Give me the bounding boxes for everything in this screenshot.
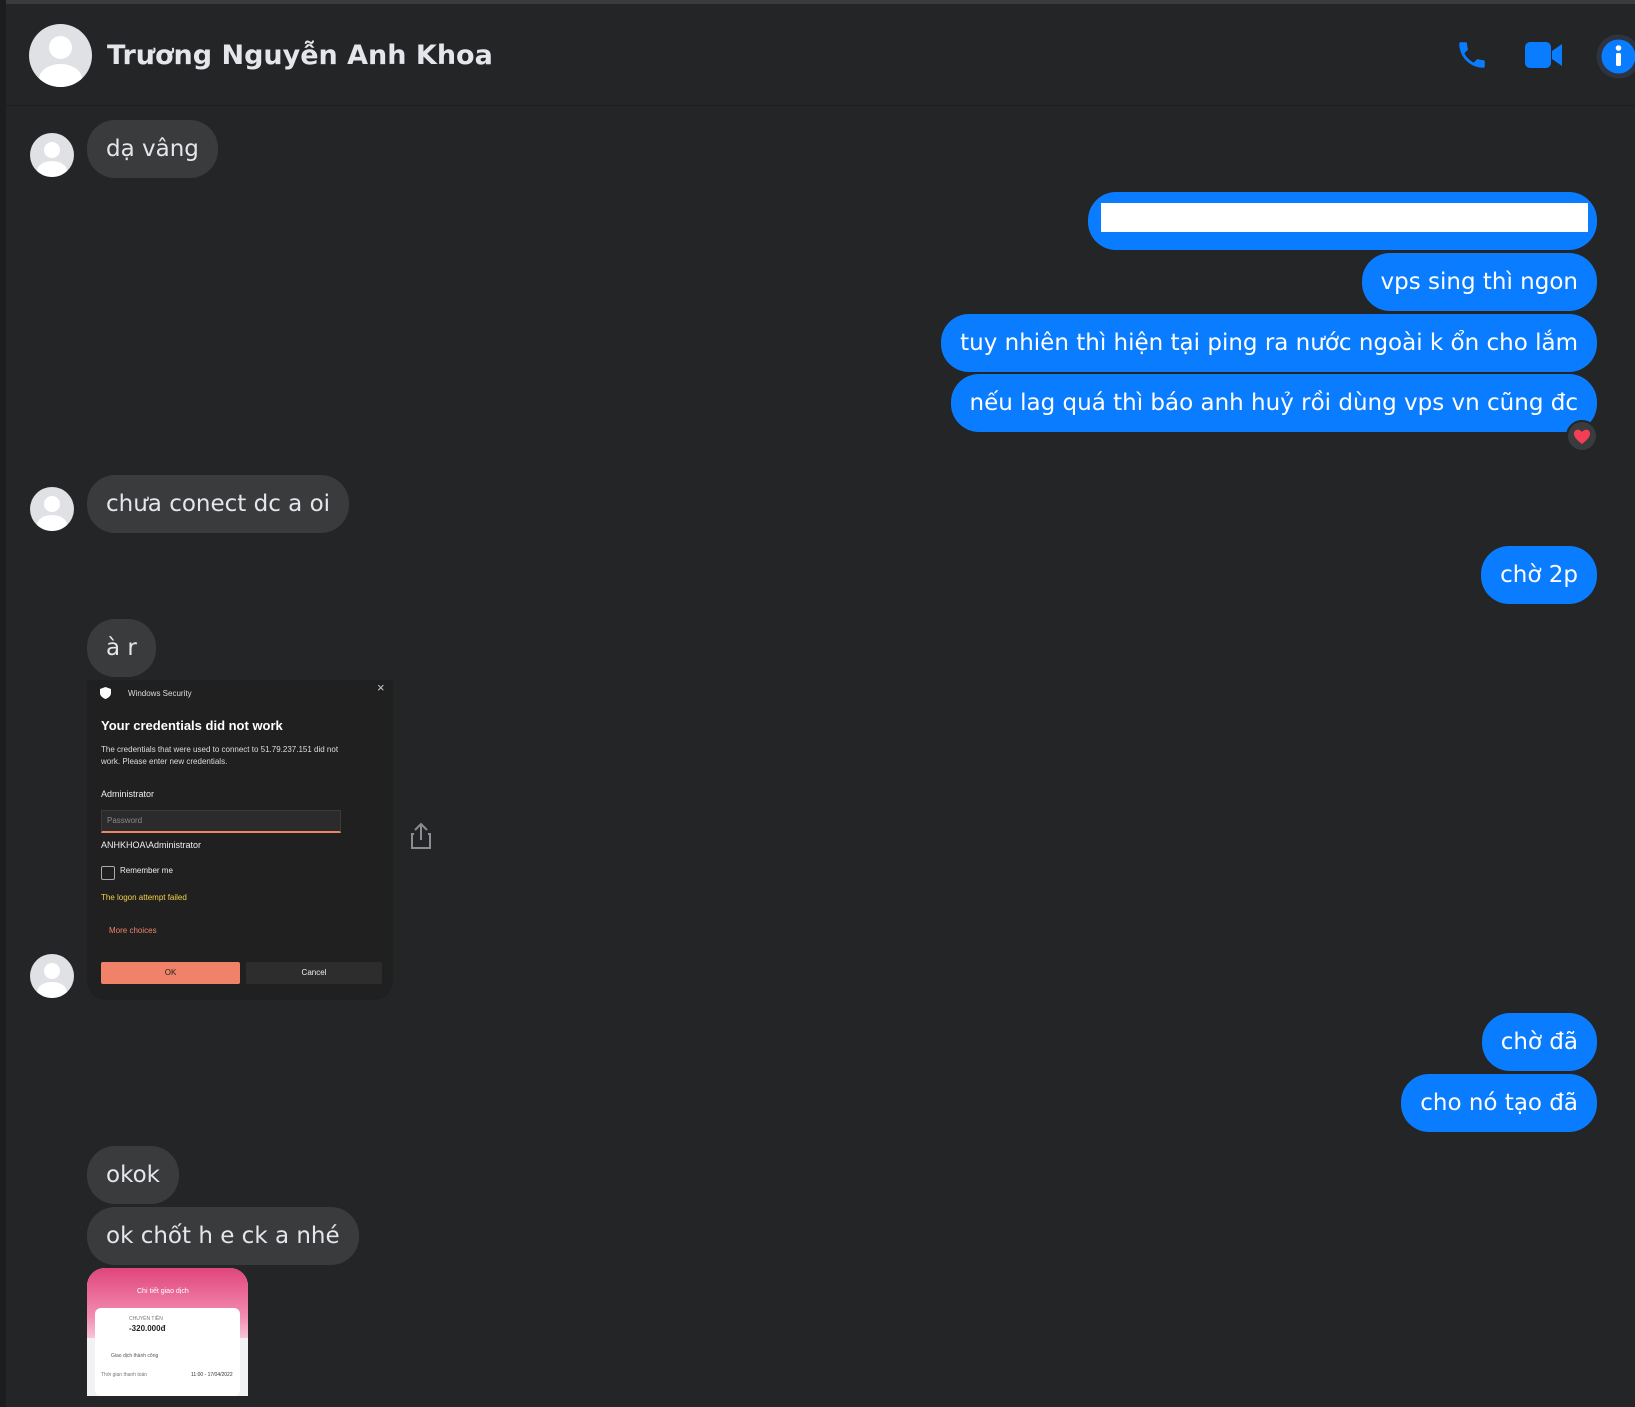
- winsec-domain-user: ANHKHOA\Administrator: [101, 840, 202, 850]
- heart-icon: [1573, 429, 1591, 444]
- receipt-time-label: Thời gian thanh toán: [101, 1372, 148, 1378]
- message-incoming[interactable]: à r: [87, 619, 156, 677]
- winsec-app-title: Windows Security: [128, 689, 192, 698]
- video-camera-icon[interactable]: [1524, 40, 1564, 70]
- message-outgoing[interactable]: chờ 2p: [1481, 546, 1597, 604]
- password-placeholder: Password: [107, 816, 143, 825]
- share-icon[interactable]: [410, 822, 432, 850]
- receipt-title: Chi tiết giao dịch: [137, 1288, 189, 1295]
- winsec-close-icon[interactable]: ×: [377, 680, 385, 695]
- message-incoming[interactable]: dạ vâng: [87, 120, 218, 178]
- winsec-heading: Your credentials did not work: [101, 718, 283, 733]
- receipt-amount: -320.000đ: [129, 1324, 166, 1333]
- image-attachment-windows-security[interactable]: Windows Security × Your credentials did …: [87, 680, 393, 1000]
- redaction-block: [1101, 203, 1588, 232]
- receipt-card: CHUYỂN TIỀN -320.000đ Giao dịch thành cô…: [95, 1308, 240, 1396]
- phone-icon[interactable]: [1455, 38, 1489, 72]
- remember-me-checkbox[interactable]: [101, 866, 115, 880]
- logon-error-text: The logon attempt failed: [101, 893, 187, 902]
- conversation-header: Trương Nguyễn Anh Khoa: [6, 4, 1635, 106]
- message-outgoing[interactable]: tuy nhiên thì hiện tại ping ra nước ngoà…: [941, 314, 1597, 372]
- message-incoming[interactable]: okok: [87, 1146, 179, 1204]
- ok-button[interactable]: OK: [101, 962, 240, 984]
- window-left-border: [0, 0, 6, 1407]
- receipt-time-value: 11:00 - 17/04/2022: [191, 1372, 233, 1378]
- shield-icon: [100, 687, 111, 699]
- message-incoming[interactable]: chưa conect dc a oi: [87, 475, 350, 533]
- remember-me-label: Remember me: [120, 866, 173, 875]
- heart-reaction-icon[interactable]: [1566, 420, 1598, 452]
- more-choices-link[interactable]: More choices: [109, 926, 157, 935]
- message-outgoing[interactable]: nếu lag quá thì báo anh huỷ rồi dùng vps…: [950, 374, 1597, 432]
- message-incoming[interactable]: ok chốt h e ck a nhé: [87, 1207, 359, 1265]
- winsec-body-line1: The credentials that were used to connec…: [101, 745, 339, 754]
- contact-name[interactable]: Trương Nguyễn Anh Khoa: [107, 40, 493, 71]
- contact-avatar-small[interactable]: [30, 954, 74, 998]
- cancel-button[interactable]: Cancel: [246, 962, 382, 984]
- cancel-button-label: Cancel: [301, 968, 327, 977]
- winsec-body-line2: work. Please enter new credentials.: [101, 757, 228, 766]
- receipt-tag: CHUYỂN TIỀN: [129, 1316, 163, 1322]
- ok-button-label: OK: [164, 968, 177, 977]
- info-icon[interactable]: [1596, 34, 1635, 79]
- password-field[interactable]: Password: [101, 810, 341, 833]
- image-attachment-bank-receipt[interactable]: Chi tiết giao dịch CHUYỂN TIỀN -320.000đ…: [87, 1268, 248, 1396]
- contact-avatar-small[interactable]: [30, 487, 74, 531]
- message-outgoing[interactable]: chờ đã: [1481, 1013, 1597, 1071]
- contact-avatar-small[interactable]: [30, 133, 74, 177]
- receipt-status: Giao dịch thành công: [111, 1353, 159, 1359]
- message-outgoing[interactable]: cho nó tạo đã: [1401, 1074, 1597, 1132]
- winsec-username: Administrator: [101, 789, 155, 799]
- contact-avatar[interactable]: [29, 24, 92, 87]
- message-outgoing[interactable]: vps sing thì ngon: [1361, 253, 1597, 311]
